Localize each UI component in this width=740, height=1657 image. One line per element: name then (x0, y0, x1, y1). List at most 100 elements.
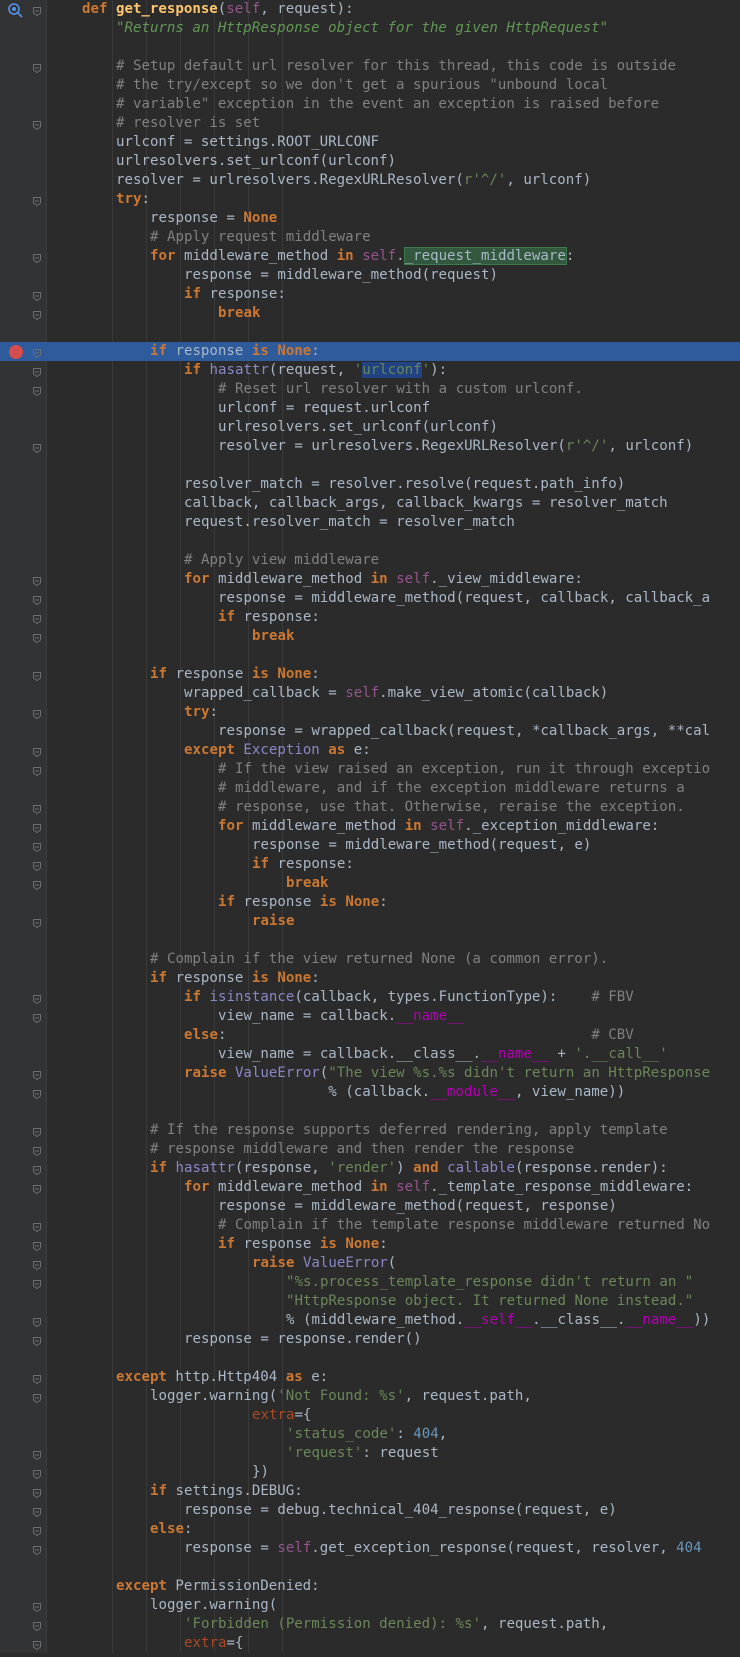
fold-marker-icon[interactable] (32, 4, 42, 17)
fold-marker-icon[interactable] (32, 745, 42, 758)
fold-marker-icon[interactable] (32, 1467, 42, 1480)
code-line[interactable]: resolver = urlresolvers.RegexURLResolver… (0, 437, 740, 456)
code-line[interactable]: response = middleware_method(request, e) (0, 836, 740, 855)
code-line[interactable]: for middleware_method in self._template_… (0, 1178, 740, 1197)
code-line[interactable]: if response: (0, 855, 740, 874)
fold-marker-icon[interactable] (32, 764, 42, 777)
fold-marker-icon[interactable] (32, 1277, 42, 1290)
fold-marker-icon[interactable] (32, 878, 42, 891)
fold-marker-icon[interactable] (32, 840, 42, 853)
fold-marker-icon[interactable] (32, 1011, 42, 1024)
code-line[interactable]: if response: (0, 285, 740, 304)
code-line[interactable]: except PermissionDenied: (0, 1577, 740, 1596)
fold-marker-icon[interactable] (32, 593, 42, 606)
fold-marker-icon[interactable] (32, 821, 42, 834)
code-line[interactable]: # Complain if the view returned None (a … (0, 950, 740, 969)
fold-marker-icon[interactable] (32, 1486, 42, 1499)
code-line[interactable]: if response is None: (0, 342, 740, 361)
code-line[interactable] (0, 323, 740, 342)
code-line[interactable]: # resolver is set (0, 114, 740, 133)
code-line[interactable] (0, 1558, 740, 1577)
fold-marker-icon[interactable] (32, 1258, 42, 1271)
code-area[interactable]: def get_response(self, request): "Returns… (0, 0, 740, 1653)
code-line[interactable]: "Returns an HttpResponse object for the … (0, 19, 740, 38)
code-line[interactable]: if isinstance(callback, types.FunctionTy… (0, 988, 740, 1007)
fold-marker-icon[interactable] (32, 194, 42, 207)
fold-marker-icon[interactable] (32, 1125, 42, 1138)
fold-marker-icon[interactable] (32, 669, 42, 682)
code-line[interactable] (0, 646, 740, 665)
fold-marker-icon[interactable] (32, 1372, 42, 1385)
code-editor[interactable]: def get_response(self, request): "Returns… (0, 0, 740, 1653)
code-line[interactable]: logger.warning('Not Found: %s', request.… (0, 1387, 740, 1406)
code-line[interactable]: except http.Http404 as e: (0, 1368, 740, 1387)
fold-marker-icon[interactable] (32, 859, 42, 872)
fold-marker-icon[interactable] (32, 1087, 42, 1100)
fold-marker-icon[interactable] (32, 118, 42, 131)
code-line[interactable]: % (callback.__module__, view_name)) (0, 1083, 740, 1102)
fold-marker-icon[interactable] (32, 612, 42, 625)
code-line[interactable]: # Apply request middleware (0, 228, 740, 247)
fold-marker-icon[interactable] (32, 916, 42, 929)
code-line[interactable]: for middleware_method in self._view_midd… (0, 570, 740, 589)
code-line[interactable]: break (0, 874, 740, 893)
code-line[interactable] (0, 38, 740, 57)
code-line[interactable]: "%s.process_template_response didn't ret… (0, 1273, 740, 1292)
fold-marker-icon[interactable] (32, 1182, 42, 1195)
code-line[interactable]: break (0, 627, 740, 646)
fold-marker-icon[interactable] (32, 1068, 42, 1081)
fold-marker-icon[interactable] (32, 346, 42, 359)
code-line[interactable]: if response is None: (0, 893, 740, 912)
code-line[interactable]: response = wrapped_callback(request, *ca… (0, 722, 740, 741)
fold-marker-icon[interactable] (32, 1315, 42, 1328)
code-line[interactable]: if response: (0, 608, 740, 627)
code-line[interactable]: 'request': request (0, 1444, 740, 1463)
code-line[interactable]: # variable" exception in the event an ex… (0, 95, 740, 114)
code-line[interactable]: # the try/except so we don't get a spuri… (0, 76, 740, 95)
code-line[interactable]: # response, use that. Otherwise, reraise… (0, 798, 740, 817)
code-line[interactable]: extra={ (0, 1634, 740, 1653)
code-line[interactable]: response = response.render() (0, 1330, 740, 1349)
code-line[interactable]: else: (0, 1520, 740, 1539)
code-line[interactable]: urlresolvers.set_urlconf(urlconf) (0, 418, 740, 437)
fold-marker-icon[interactable] (32, 441, 42, 454)
code-line[interactable]: }) (0, 1463, 740, 1482)
fold-marker-icon[interactable] (32, 61, 42, 74)
code-line[interactable]: raise (0, 912, 740, 931)
code-line[interactable]: try: (0, 703, 740, 722)
fold-marker-icon[interactable] (32, 1220, 42, 1233)
fold-marker-icon[interactable] (32, 574, 42, 587)
code-line[interactable]: # middleware, and if the exception middl… (0, 779, 740, 798)
code-line[interactable]: if response is None: (0, 969, 740, 988)
fold-marker-icon[interactable] (32, 631, 42, 644)
code-line[interactable]: for middleware_method in self._exception… (0, 817, 740, 836)
code-line[interactable]: resolver_match = resolver.resolve(reques… (0, 475, 740, 494)
code-line[interactable]: callback, callback_args, callback_kwargs… (0, 494, 740, 513)
code-line[interactable]: response = debug.technical_404_response(… (0, 1501, 740, 1520)
fold-marker-icon[interactable] (32, 1524, 42, 1537)
fold-marker-icon[interactable] (32, 1619, 42, 1632)
code-line[interactable]: response = middleware_method(request) (0, 266, 740, 285)
code-line[interactable] (0, 1102, 740, 1121)
code-line[interactable]: # response middleware and then render th… (0, 1140, 740, 1159)
code-line[interactable] (0, 456, 740, 475)
fold-marker-icon[interactable] (32, 802, 42, 815)
code-line[interactable]: 'Forbidden (Permission denied): %s', req… (0, 1615, 740, 1634)
fold-marker-icon[interactable] (32, 1543, 42, 1556)
code-line[interactable]: resolver = urlresolvers.RegexURLResolver… (0, 171, 740, 190)
code-line[interactable]: # Apply view middleware (0, 551, 740, 570)
fold-marker-icon[interactable] (32, 1334, 42, 1347)
fold-marker-icon[interactable] (32, 1638, 42, 1651)
code-line[interactable]: urlresolvers.set_urlconf(urlconf) (0, 152, 740, 171)
code-line[interactable]: 'status_code': 404, (0, 1425, 740, 1444)
code-line[interactable]: break (0, 304, 740, 323)
code-line[interactable] (0, 1349, 740, 1368)
fold-marker-icon[interactable] (32, 365, 42, 378)
code-line[interactable]: raise ValueError( (0, 1254, 740, 1273)
code-line[interactable]: try: (0, 190, 740, 209)
fold-marker-icon[interactable] (32, 1144, 42, 1157)
code-line[interactable]: view_name = callback.__name__ (0, 1007, 740, 1026)
code-line[interactable]: response = None (0, 209, 740, 228)
code-line[interactable]: # Setup default url resolver for this th… (0, 57, 740, 76)
fold-marker-icon[interactable] (32, 1163, 42, 1176)
